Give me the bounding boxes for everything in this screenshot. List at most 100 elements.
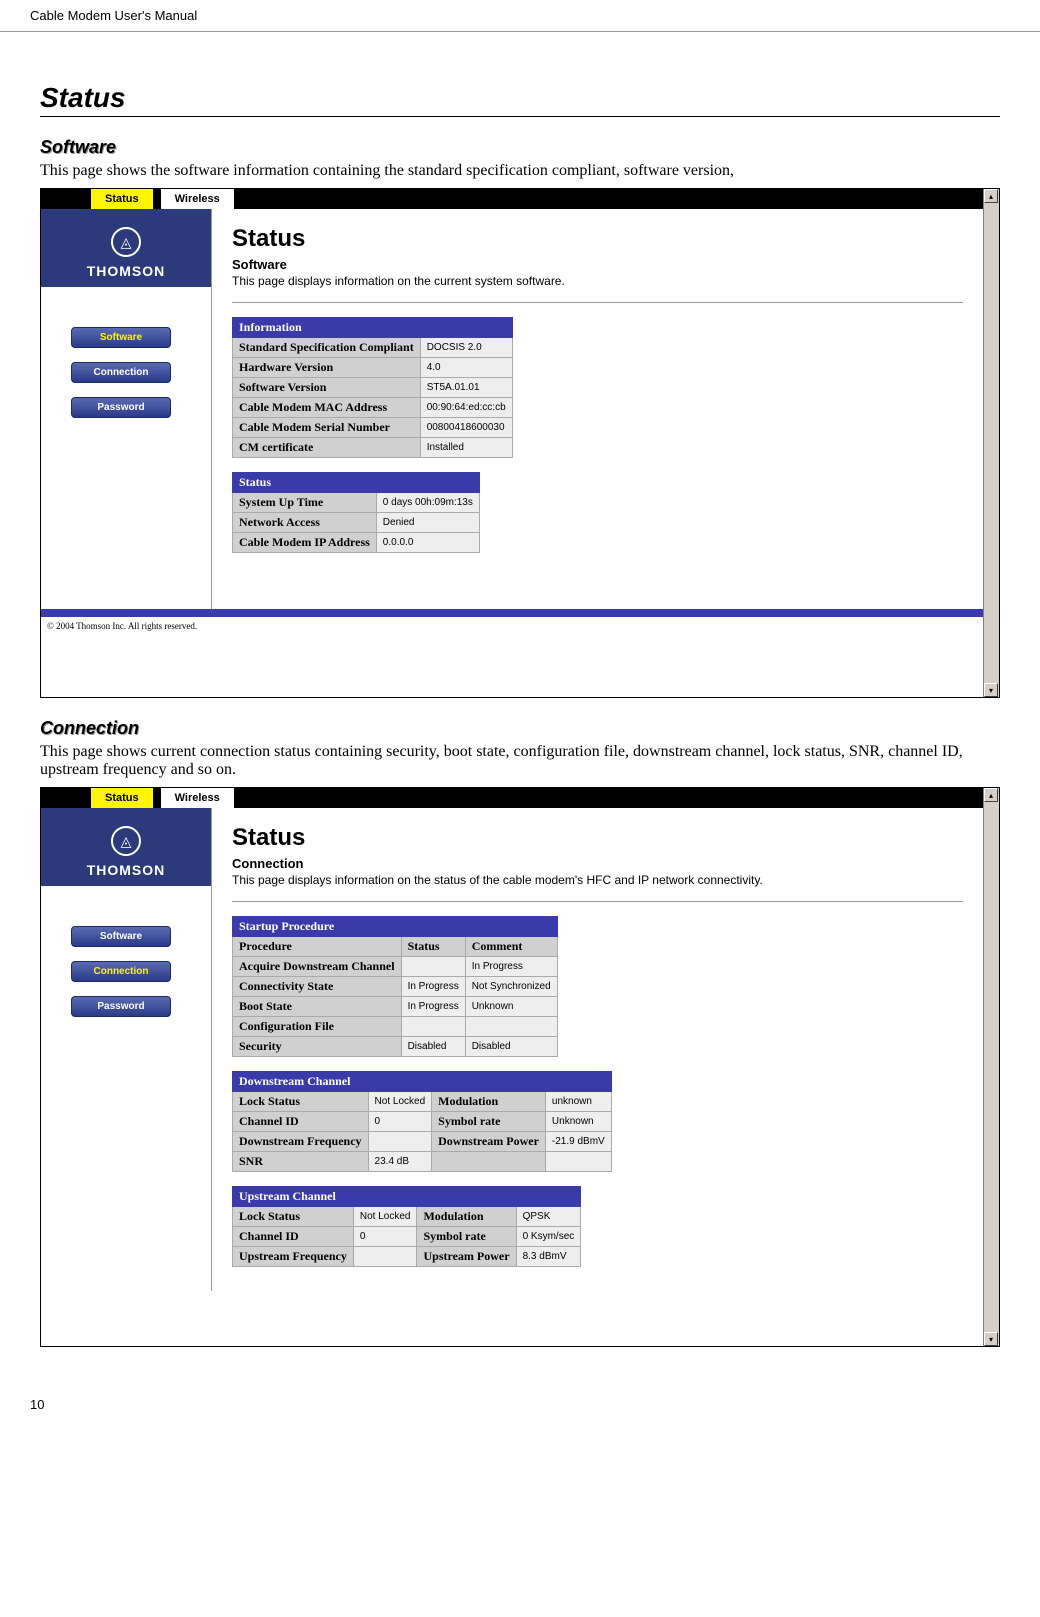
brand-name: THOMSON (41, 263, 211, 279)
connection-body: This page shows current connection statu… (40, 743, 1000, 779)
row-value: Installed (420, 438, 512, 458)
row-value: DOCSIS 2.0 (420, 338, 512, 358)
row-label: Cable Modem IP Address (233, 533, 377, 553)
row-value: unknown (545, 1092, 611, 1112)
row-value: In Progress (401, 997, 465, 1017)
row-value (401, 1017, 465, 1037)
scrollbar[interactable]: ▴ ▾ (983, 788, 999, 1346)
sidebar-connection[interactable]: Connection (71, 362, 171, 383)
row-label: Modulation (417, 1207, 516, 1227)
row-label: Standard Specification Compliant (233, 338, 421, 358)
row-label: Cable Modem Serial Number (233, 418, 421, 438)
row-label: Lock Status (233, 1207, 354, 1227)
row-value: 4.0 (420, 358, 512, 378)
row-value (353, 1247, 417, 1267)
row-value (545, 1152, 611, 1172)
row-label: Upstream Power (417, 1247, 516, 1267)
row-label: Symbol rate (417, 1227, 516, 1247)
content-pane: Status Connection This page displays inf… (211, 808, 983, 1291)
scroll-up-icon[interactable]: ▴ (984, 189, 998, 203)
content-pane: Status Software This page displays infor… (211, 209, 983, 609)
row-value: 00800418600030 (420, 418, 512, 438)
up-header: Upstream Channel (233, 1187, 581, 1207)
scroll-down-icon[interactable]: ▾ (984, 683, 998, 697)
status-header: Status (233, 473, 480, 493)
top-nav: Status Wireless (41, 189, 983, 209)
tab-status[interactable]: Status (91, 189, 153, 209)
row-label: Symbol rate (432, 1112, 546, 1132)
row-value: Unknown (465, 997, 557, 1017)
information-table: Information Standard Specification Compl… (232, 317, 513, 458)
sidebar-password[interactable]: Password (71, 996, 171, 1017)
row-value: Disabled (401, 1037, 465, 1057)
row-value: 00:90:64:ed:cc:cb (420, 398, 512, 418)
brand-name: THOMSON (41, 862, 211, 878)
tab-wireless[interactable]: Wireless (161, 788, 234, 808)
row-label: Channel ID (233, 1227, 354, 1247)
col-header: Procedure (233, 937, 402, 957)
startup-header: Startup Procedure (233, 917, 558, 937)
copyright: © 2004 Thomson Inc. All rights reserved. (41, 617, 983, 635)
col-header: Comment (465, 937, 557, 957)
row-value: Unknown (545, 1112, 611, 1132)
screenshot-connection: ▴ ▾ Status Wireless ◬ THOMSON Software C… (40, 787, 1000, 1347)
row-label: SNR (233, 1152, 369, 1172)
row-value: 0 days 00h:09m:13s (376, 493, 479, 513)
row-label: Configuration File (233, 1017, 402, 1037)
sidebar-connection[interactable]: Connection (71, 961, 171, 982)
downstream-table: Downstream Channel Lock StatusNot Locked… (232, 1071, 612, 1172)
tab-status[interactable]: Status (91, 788, 153, 808)
logo-icon: ◬ (111, 826, 141, 856)
rule (232, 302, 963, 303)
row-label: Downstream Power (432, 1132, 546, 1152)
sidebar: ◬ THOMSON Software Connection Password (41, 209, 211, 609)
row-label: Security (233, 1037, 402, 1057)
row-label: Acquire Downstream Channel (233, 957, 402, 977)
page-content: Status Software This page shows the soft… (0, 32, 1040, 1387)
page-desc: This page displays information on the st… (232, 873, 963, 887)
row-label: System Up Time (233, 493, 377, 513)
row-value: 0.0.0.0 (376, 533, 479, 553)
row-value: In Progress (401, 977, 465, 997)
row-value: Not Synchronized (465, 977, 557, 997)
sidebar-software[interactable]: Software (71, 327, 171, 348)
row-value: Disabled (465, 1037, 557, 1057)
row-value: 8.3 dBmV (516, 1247, 581, 1267)
row-value: 23.4 dB (368, 1152, 432, 1172)
page-subtitle: Software (232, 257, 963, 272)
brand-logo: ◬ THOMSON (41, 209, 211, 287)
scrollbar[interactable]: ▴ ▾ (983, 189, 999, 697)
page-subtitle: Connection (232, 856, 963, 871)
sidebar: ◬ THOMSON Software Connection Password (41, 808, 211, 1291)
row-label: Network Access (233, 513, 377, 533)
row-label: Software Version (233, 378, 421, 398)
footer-bar (41, 609, 983, 617)
row-label: Channel ID (233, 1112, 369, 1132)
row-value: QPSK (516, 1207, 581, 1227)
sidebar-software[interactable]: Software (71, 926, 171, 947)
row-value (368, 1132, 432, 1152)
upstream-table: Upstream Channel Lock StatusNot LockedMo… (232, 1186, 581, 1267)
page-title: Status (232, 225, 963, 253)
row-value: Not Locked (368, 1092, 432, 1112)
row-label: Downstream Frequency (233, 1132, 369, 1152)
info-header: Information (233, 318, 513, 338)
scroll-down-icon[interactable]: ▾ (984, 1332, 998, 1346)
rule (232, 901, 963, 902)
screenshot-software: ▴ ▾ Status Wireless ◬ THOMSON Software C… (40, 188, 1000, 698)
row-label: Upstream Frequency (233, 1247, 354, 1267)
row-value (401, 957, 465, 977)
scroll-up-icon[interactable]: ▴ (984, 788, 998, 802)
tab-wireless[interactable]: Wireless (161, 189, 234, 209)
status-table: Status System Up Time0 days 00h:09m:13s … (232, 472, 480, 553)
header-title: Cable Modem User's Manual (30, 8, 197, 23)
row-label: Modulation (432, 1092, 546, 1112)
document-header: Cable Modem User's Manual (0, 0, 1040, 32)
row-label (432, 1152, 546, 1172)
sidebar-password[interactable]: Password (71, 397, 171, 418)
logo-icon: ◬ (111, 227, 141, 257)
row-label: CM certificate (233, 438, 421, 458)
row-value: 0 (353, 1227, 417, 1247)
row-value: In Progress (465, 957, 557, 977)
brand-logo: ◬ THOMSON (41, 808, 211, 886)
